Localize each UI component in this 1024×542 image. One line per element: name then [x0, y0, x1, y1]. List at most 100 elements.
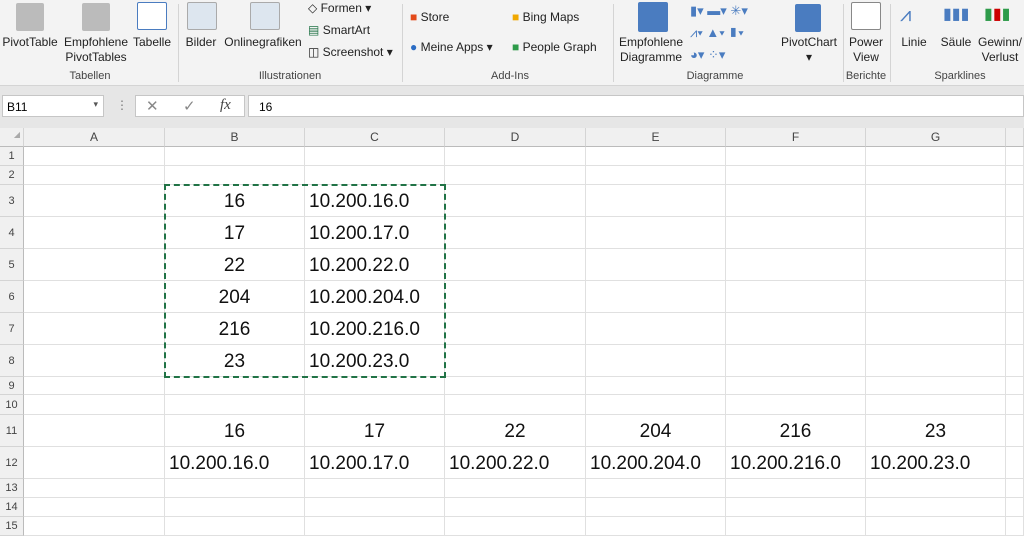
cell-D11[interactable]: 22	[445, 415, 586, 447]
cell-H1[interactable]	[1006, 147, 1024, 166]
cell-D9[interactable]	[445, 377, 586, 395]
cell-H7[interactable]	[1006, 313, 1024, 345]
cell-F11[interactable]: 216	[726, 415, 866, 447]
cell-A9[interactable]	[24, 377, 165, 395]
screenshot-button[interactable]: ◫ Screenshot ▾	[308, 45, 393, 59]
sparkline-column-button[interactable]: Säule	[937, 35, 975, 50]
cell-C7[interactable]: 10.200.216.0	[305, 313, 445, 345]
formula-input[interactable]: 16	[248, 95, 1024, 117]
cell-B14[interactable]	[165, 498, 305, 517]
sparkline-line-button[interactable]: Linie	[895, 35, 933, 50]
cell-B2[interactable]	[165, 166, 305, 185]
cell-D7[interactable]	[445, 313, 586, 345]
cell-E13[interactable]	[586, 479, 726, 498]
table-button[interactable]: Tabelle	[130, 35, 174, 50]
cell-E11[interactable]: 204	[586, 415, 726, 447]
cell-B8[interactable]: 23	[165, 345, 305, 377]
cell-G1[interactable]	[866, 147, 1006, 166]
row-header-12[interactable]: 12	[0, 447, 24, 479]
cell-A3[interactable]	[24, 185, 165, 217]
cell-A5[interactable]	[24, 249, 165, 281]
cell-D8[interactable]	[445, 345, 586, 377]
shapes-button[interactable]: ◇ Formen ▾	[308, 1, 371, 15]
cell-A10[interactable]	[24, 395, 165, 415]
cell-G6[interactable]	[866, 281, 1006, 313]
pivotchart-button[interactable]: PivotChart ▾	[778, 35, 840, 65]
cell-C6[interactable]: 10.200.204.0	[305, 281, 445, 313]
cell-B1[interactable]	[165, 147, 305, 166]
power-view-button[interactable]: Power View	[843, 35, 889, 65]
cell-F8[interactable]	[726, 345, 866, 377]
cell-E9[interactable]	[586, 377, 726, 395]
cell-A7[interactable]	[24, 313, 165, 345]
online-pictures-button[interactable]: Onlinegrafiken	[222, 35, 304, 50]
row-header-7[interactable]: 7	[0, 313, 24, 345]
column-header-G[interactable]: G	[866, 128, 1006, 147]
cell-C1[interactable]	[305, 147, 445, 166]
cell-H5[interactable]	[1006, 249, 1024, 281]
cell-C3[interactable]: 10.200.16.0	[305, 185, 445, 217]
cell-G15[interactable]	[866, 517, 1006, 536]
enter-icon[interactable]: ✓	[183, 97, 196, 115]
cell-F2[interactable]	[726, 166, 866, 185]
cell-G7[interactable]	[866, 313, 1006, 345]
row-header-11[interactable]: 11	[0, 415, 24, 447]
recommended-charts-button[interactable]: Empfohlene Diagramme	[615, 35, 687, 65]
cell-F3[interactable]	[726, 185, 866, 217]
cell-G12[interactable]: 10.200.23.0	[866, 447, 1006, 479]
cell-H13[interactable]	[1006, 479, 1024, 498]
row-header-9[interactable]: 9	[0, 377, 24, 395]
cell-F10[interactable]	[726, 395, 866, 415]
row-header-13[interactable]: 13	[0, 479, 24, 498]
cell-F15[interactable]	[726, 517, 866, 536]
cell-F13[interactable]	[726, 479, 866, 498]
cell-D1[interactable]	[445, 147, 586, 166]
column-header-C[interactable]: C	[305, 128, 445, 147]
cell-C13[interactable]	[305, 479, 445, 498]
cell-F12[interactable]: 10.200.216.0	[726, 447, 866, 479]
cell-F6[interactable]	[726, 281, 866, 313]
pivottable-button[interactable]: PivotTable	[0, 35, 60, 50]
cell-E2[interactable]	[586, 166, 726, 185]
cell-D13[interactable]	[445, 479, 586, 498]
cell-B3[interactable]: 16	[165, 185, 305, 217]
column-header-A[interactable]: A	[24, 128, 165, 147]
cell-A13[interactable]	[24, 479, 165, 498]
cell-F4[interactable]	[726, 217, 866, 249]
insert-function-button[interactable]: fx	[220, 97, 231, 114]
people-graph-button[interactable]: ■ People Graph	[512, 40, 597, 54]
cell-A2[interactable]	[24, 166, 165, 185]
cell-H6[interactable]	[1006, 281, 1024, 313]
cell-E7[interactable]	[586, 313, 726, 345]
row-header-14[interactable]: 14	[0, 498, 24, 517]
cell-D5[interactable]	[445, 249, 586, 281]
cell-H15[interactable]	[1006, 517, 1024, 536]
cell-G10[interactable]	[866, 395, 1006, 415]
cell-G11[interactable]: 23	[866, 415, 1006, 447]
cell-F1[interactable]	[726, 147, 866, 166]
cell-E15[interactable]	[586, 517, 726, 536]
chart-type-buttons[interactable]: ▮▾ ▬▾ ✳▾ ⩘▾ ▲▾ ▮▾ ◕▾ ⁘▾	[690, 0, 748, 66]
cell-G9[interactable]	[866, 377, 1006, 395]
cell-C5[interactable]: 10.200.22.0	[305, 249, 445, 281]
pictures-button[interactable]: Bilder	[183, 35, 219, 50]
cell-B13[interactable]	[165, 479, 305, 498]
cell-E14[interactable]	[586, 498, 726, 517]
bing-maps-button[interactable]: ■ Bing Maps	[512, 10, 579, 24]
name-box[interactable]: B11 ▾	[2, 95, 104, 117]
cell-H10[interactable]	[1006, 395, 1024, 415]
column-header-E[interactable]: E	[586, 128, 726, 147]
cell-E12[interactable]: 10.200.204.0	[586, 447, 726, 479]
cell-D3[interactable]	[445, 185, 586, 217]
my-apps-button[interactable]: ● Meine Apps ▾	[410, 40, 493, 54]
cell-C2[interactable]	[305, 166, 445, 185]
cell-E4[interactable]	[586, 217, 726, 249]
cell-A15[interactable]	[24, 517, 165, 536]
row-header-15[interactable]: 15	[0, 517, 24, 536]
cell-B6[interactable]: 204	[165, 281, 305, 313]
cell-A1[interactable]	[24, 147, 165, 166]
cell-E1[interactable]	[586, 147, 726, 166]
row-header-5[interactable]: 5	[0, 249, 24, 281]
cell-B5[interactable]: 22	[165, 249, 305, 281]
recommended-pivottables-button[interactable]: Empfohlene PivotTables	[60, 35, 132, 65]
